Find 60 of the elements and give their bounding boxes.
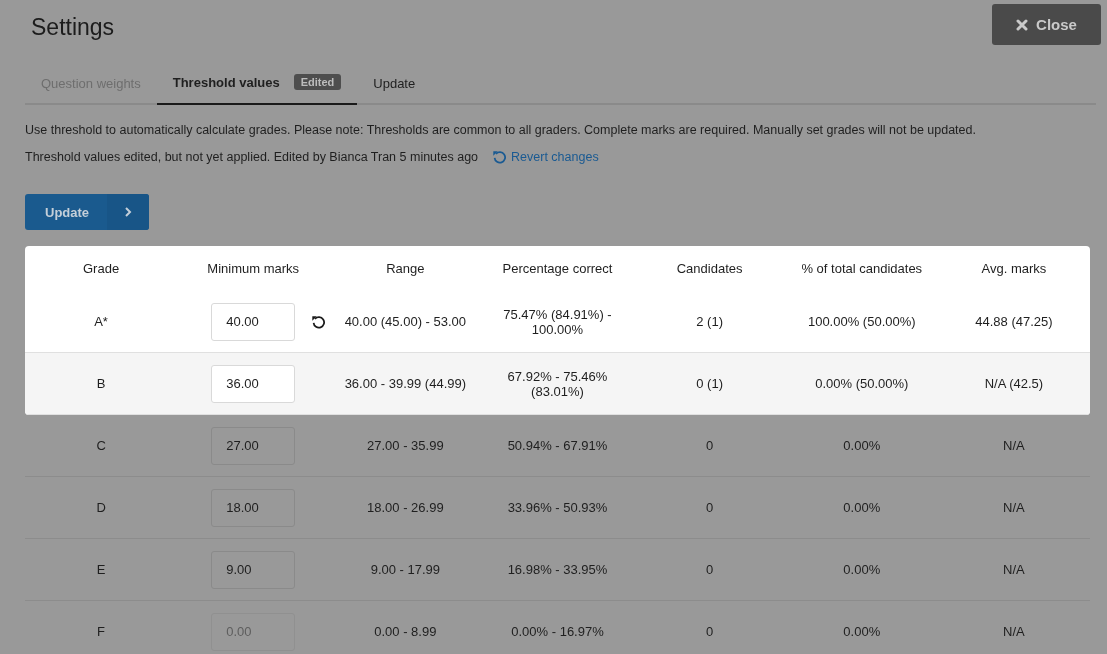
chevron-icon <box>124 206 132 218</box>
table-cell-text: 36.00 - 39.99 (44.99) <box>343 375 468 393</box>
column-header: % of total candidates <box>800 260 924 278</box>
undo-icon <box>492 150 507 164</box>
table-cell-text: F <box>96 623 107 641</box>
description-text: Use threshold to automatically calculate grades. Please note: Thresholds are common to all graders. Complete marks are required. Manually set grades will not be updated. <box>25 123 977 137</box>
table-cell-text: 0.00% - 16.97% <box>510 623 605 641</box>
table-cell-text: 0.00% (50.00%) <box>814 375 910 393</box>
column-header: Grade <box>82 260 121 278</box>
column-header: Percentage correct <box>501 260 614 278</box>
tab[interactable]: Threshold values Edited <box>156 74 358 105</box>
table-cell-text: 0 <box>705 499 715 517</box>
close-icon <box>1016 18 1029 31</box>
table-cell-text: 18.00 - 26.99 <box>366 499 445 517</box>
marks-input[interactable]: 36.00 <box>211 364 296 403</box>
table-cell-text: A* <box>93 313 109 331</box>
table-cell-text: C <box>95 437 107 455</box>
marks-input[interactable]: 27.00 <box>211 426 296 465</box>
marks-input[interactable]: 18.00 <box>211 488 296 527</box>
table-cell-text: N/A <box>1002 499 1026 517</box>
table-cell-text: N/A <box>1002 623 1026 641</box>
table-cell-text: 0 <box>705 623 715 641</box>
table-cell-text: N/A (42.5) <box>983 375 1045 393</box>
table-cell-text: 9.00 - 17.99 <box>369 561 442 579</box>
table-cell-text: 0.00 - 8.99 <box>373 623 438 641</box>
column-header: Range <box>385 260 426 278</box>
column-header: Candidates <box>675 260 744 278</box>
edit-notice: Threshold values edited, but not yet applied. Edited by Bianca Tran 5 minutes ago <box>25 150 479 164</box>
update-button[interactable]: Update <box>25 194 149 230</box>
table-cell-text: N/A <box>1002 561 1026 579</box>
column-header: Avg. marks <box>980 260 1048 278</box>
table-cell-text: 40.00 (45.00) - 53.00 <box>343 313 468 331</box>
table-cell-text: N/A <box>1002 437 1026 455</box>
undo-icon[interactable] <box>311 314 326 329</box>
table-cell-text: 0.00% <box>842 437 882 455</box>
dialog-title: Settings <box>31 14 115 41</box>
table-cell-text: D <box>95 499 107 517</box>
table-cell-text: 16.98% - 33.95% <box>506 561 609 579</box>
marks-input[interactable]: 40.00 <box>211 302 296 341</box>
marks-input[interactable]: 9.00 <box>211 550 296 589</box>
table-cell-text: E <box>95 561 107 579</box>
edited-badge: Edited <box>293 74 342 90</box>
table-cell-text: 33.96% - 50.93% <box>506 499 609 517</box>
column-header: Minimum marks <box>206 260 301 278</box>
table-cell-text: 44.88 (47.25) <box>974 313 1054 331</box>
table-cell-text: B <box>95 375 107 393</box>
table-cell-text: 2 (1) <box>695 313 724 331</box>
table-cell-text: 0 (1) <box>695 375 724 393</box>
table-cell-text: 0 <box>705 437 715 455</box>
table-cell-text: 0.00% <box>842 623 882 641</box>
table-cell-text: 27.00 - 35.99 <box>366 437 445 455</box>
table-cell-text: 67.92% - 75.46% (83.01%) <box>506 367 609 401</box>
table-cell-text: 0.00% <box>842 499 882 517</box>
table-cell-text: 0 <box>705 561 715 579</box>
table-cell-text: 0.00% <box>842 561 882 579</box>
table-cell-text: 75.47% (84.91%) - 100.00% <box>502 305 613 339</box>
close-button[interactable]: Close <box>992 4 1101 45</box>
table-cell-text: 100.00% (50.00%) <box>806 313 917 331</box>
table-cell-text: 50.94% - 67.91% <box>506 437 609 455</box>
tab[interactable]: Update <box>357 76 432 105</box>
